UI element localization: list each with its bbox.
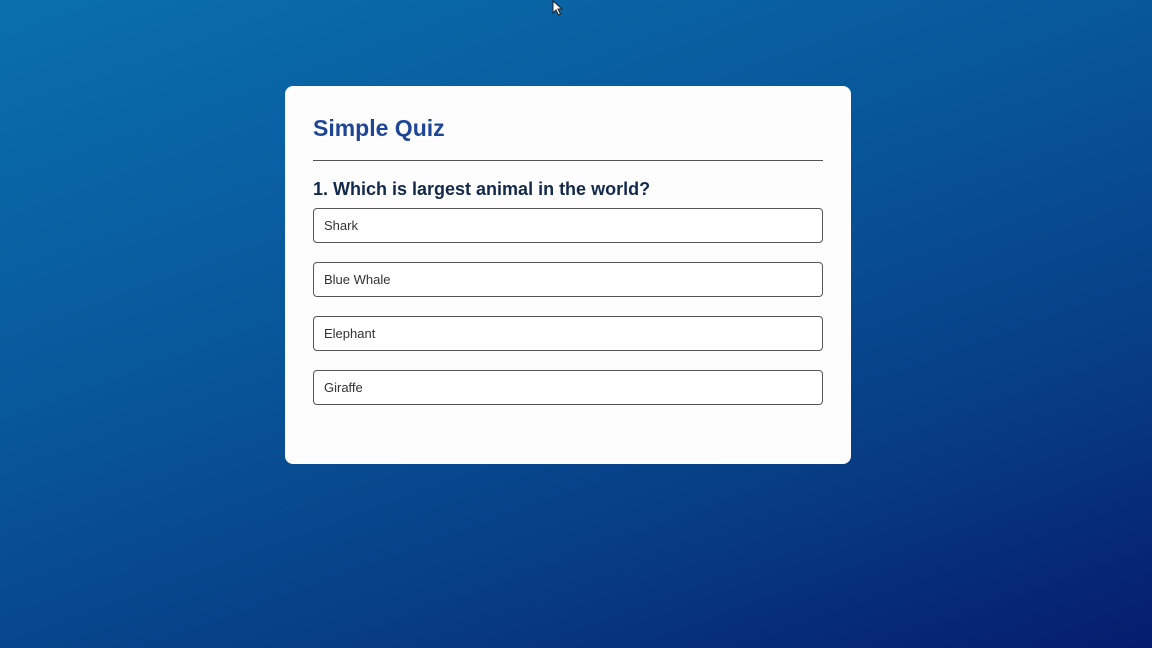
quiz-title: Simple Quiz [313, 115, 445, 141]
answer-list: Shark Blue Whale Elephant Giraffe [313, 208, 823, 405]
question-text: 1. Which is largest animal in the world? [313, 179, 651, 199]
quiz-card: Simple Quiz 1. Which is largest animal i… [285, 86, 851, 464]
answer-button-shark[interactable]: Shark [313, 208, 823, 243]
answer-button-giraffe[interactable]: Giraffe [313, 370, 823, 405]
answer-button-elephant[interactable]: Elephant [313, 316, 823, 351]
mouse-pointer-icon [552, 0, 564, 16]
title-divider [313, 160, 823, 161]
answer-button-blue-whale[interactable]: Blue Whale [313, 262, 823, 297]
